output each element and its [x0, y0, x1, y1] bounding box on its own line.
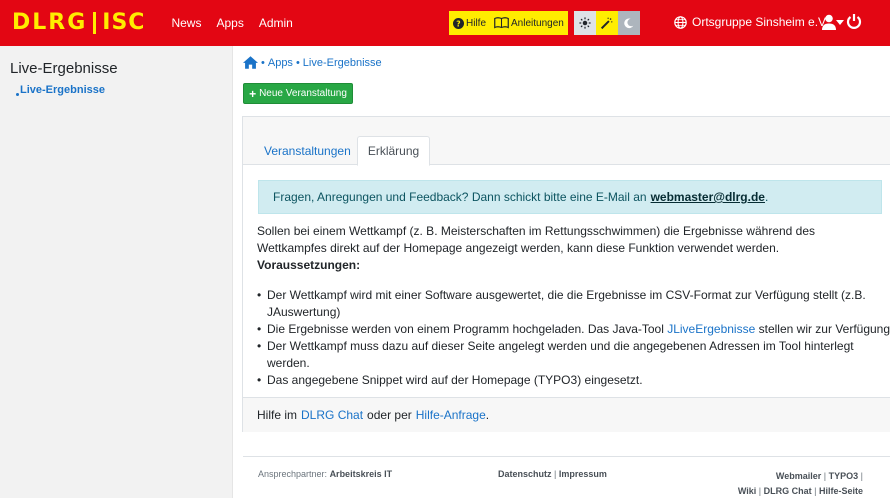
sun-icon — [579, 17, 591, 29]
footer-links: Webmailer | TYPO3 | Wiki | DLRG Chat | H… — [737, 471, 863, 496]
contact-value[interactable]: Arbeitskreis IT — [330, 469, 393, 479]
feedback-alert: Fragen, Anregungen und Feedback? Dann sc… — [258, 180, 882, 214]
moon-icon — [624, 17, 634, 28]
manuals-label: Anleitungen — [511, 17, 564, 29]
nav-link-news[interactable]: News — [171, 16, 201, 30]
footer-legal: Datenschutz | Impressum — [498, 469, 607, 479]
help-box: ? Hilfe Anleitungen — [449, 11, 568, 35]
user-icon[interactable] — [822, 14, 836, 33]
light-theme-button[interactable] — [573, 11, 596, 35]
new-event-label: Neue Veranstaltung — [259, 88, 347, 99]
plus-icon: + — [249, 86, 257, 101]
home-icon[interactable] — [243, 56, 258, 69]
alert-text: Fragen, Anregungen und Feedback? Dann sc… — [273, 190, 647, 204]
svg-text:?: ? — [456, 19, 460, 28]
help-request-link[interactable]: Hilfe-Anfrage — [416, 408, 486, 422]
card-footer: Hilfe im DLRG Chat oder per Hilfe-Anfrag… — [243, 397, 890, 432]
list-item: Das angegebene Snippet wird auf der Home… — [257, 372, 890, 389]
nav-link-apps[interactable]: Apps — [216, 16, 243, 30]
sidebar-title: Live-Ergebnisse — [10, 60, 118, 77]
footer-chat-link[interactable]: DLRG Chat — [764, 486, 812, 496]
org-dropdown[interactable]: Ortsgruppe Sinsheim e.V. — [674, 15, 845, 29]
intro-paragraph: Sollen bei einem Wettkampf (z. B. Meiste… — [257, 224, 816, 255]
brand-isc-text: ISC — [102, 10, 146, 35]
prerequisites-heading: Voraussetzungen: — [257, 258, 361, 272]
prerequisites-list: Der Wettkampf wird mit einer Software au… — [257, 287, 890, 389]
typo3-link[interactable]: TYPO3 — [829, 471, 859, 481]
dark-theme-button[interactable] — [617, 11, 640, 35]
brand-dlrg-text: DLRG — [12, 10, 88, 35]
list-item: Der Wettkampf wird mit einer Software au… — [257, 287, 890, 321]
power-icon[interactable] — [846, 13, 862, 33]
bullet-dot — [16, 93, 19, 96]
sidebar: Live-Ergebnisse Live-Ergebnisse — [0, 46, 233, 498]
theme-switcher — [573, 11, 640, 35]
imprint-link[interactable]: Impressum — [559, 469, 607, 479]
brand-logo[interactable]: DLRG ISC — [12, 0, 145, 46]
manuals-link[interactable]: Anleitungen — [494, 17, 564, 29]
nav-tools: ? Hilfe Anleitungen — [449, 11, 640, 35]
content-card: Veranstaltungen Erklärung Fragen, Anregu… — [242, 116, 890, 432]
new-event-button[interactable]: + Neue Veranstaltung — [243, 83, 353, 104]
brand-divider — [93, 12, 97, 34]
webmaster-email-link[interactable]: webmaster@dlrg.de — [651, 190, 765, 204]
top-navbar: DLRG ISC News Apps Admin ? Hilfe Anleitu… — [0, 0, 890, 46]
page-footer: Ansprechpartner: Arbeitskreis IT Datensc… — [243, 456, 890, 498]
footer-contact: Ansprechpartner: Arbeitskreis IT — [258, 469, 393, 479]
list-item: Der Wettkampf muss dazu auf dieser Seite… — [257, 338, 890, 372]
privacy-link[interactable]: Datenschutz — [498, 469, 552, 479]
help-link[interactable]: ? Hilfe — [453, 17, 487, 29]
help-label: Hilfe — [466, 17, 487, 29]
tab-erklaerung[interactable]: Erklärung — [357, 136, 430, 166]
breadcrumb: • Apps • Live-Ergebnisse — [243, 56, 382, 69]
breadcrumb-live-ergebnisse[interactable]: Live-Ergebnisse — [303, 57, 382, 69]
help-page-link[interactable]: Hilfe-Seite — [819, 486, 863, 496]
auto-theme-button[interactable] — [595, 11, 618, 35]
tab-veranstaltungen[interactable]: Veranstaltungen — [252, 136, 363, 166]
dlrg-chat-link[interactable]: DLRG Chat — [301, 408, 363, 422]
org-label: Ortsgruppe Sinsheim e.V. — [692, 15, 829, 29]
breadcrumb-apps[interactable]: Apps — [268, 57, 293, 69]
book-icon — [494, 17, 509, 29]
caret-down-icon — [836, 19, 845, 25]
sidebar-item-live-ergebnisse[interactable]: Live-Ergebnisse — [16, 84, 105, 96]
sidebar-item-label: Live-Ergebnisse — [20, 84, 105, 96]
question-circle-icon: ? — [453, 17, 464, 29]
nav-links: News Apps Admin — [171, 16, 292, 30]
nav-link-admin[interactable]: Admin — [259, 16, 293, 30]
globe-icon — [674, 15, 687, 29]
jliveergebnisse-link[interactable]: JLiveErgebnisse — [667, 322, 755, 336]
card-tabs: Veranstaltungen Erklärung — [243, 117, 890, 166]
webmailer-link[interactable]: Webmailer — [776, 471, 821, 481]
magic-wand-icon — [601, 17, 613, 29]
list-item: Die Ergebnisse werden von einem Programm… — [257, 321, 890, 338]
wiki-link[interactable]: Wiki — [738, 486, 756, 496]
